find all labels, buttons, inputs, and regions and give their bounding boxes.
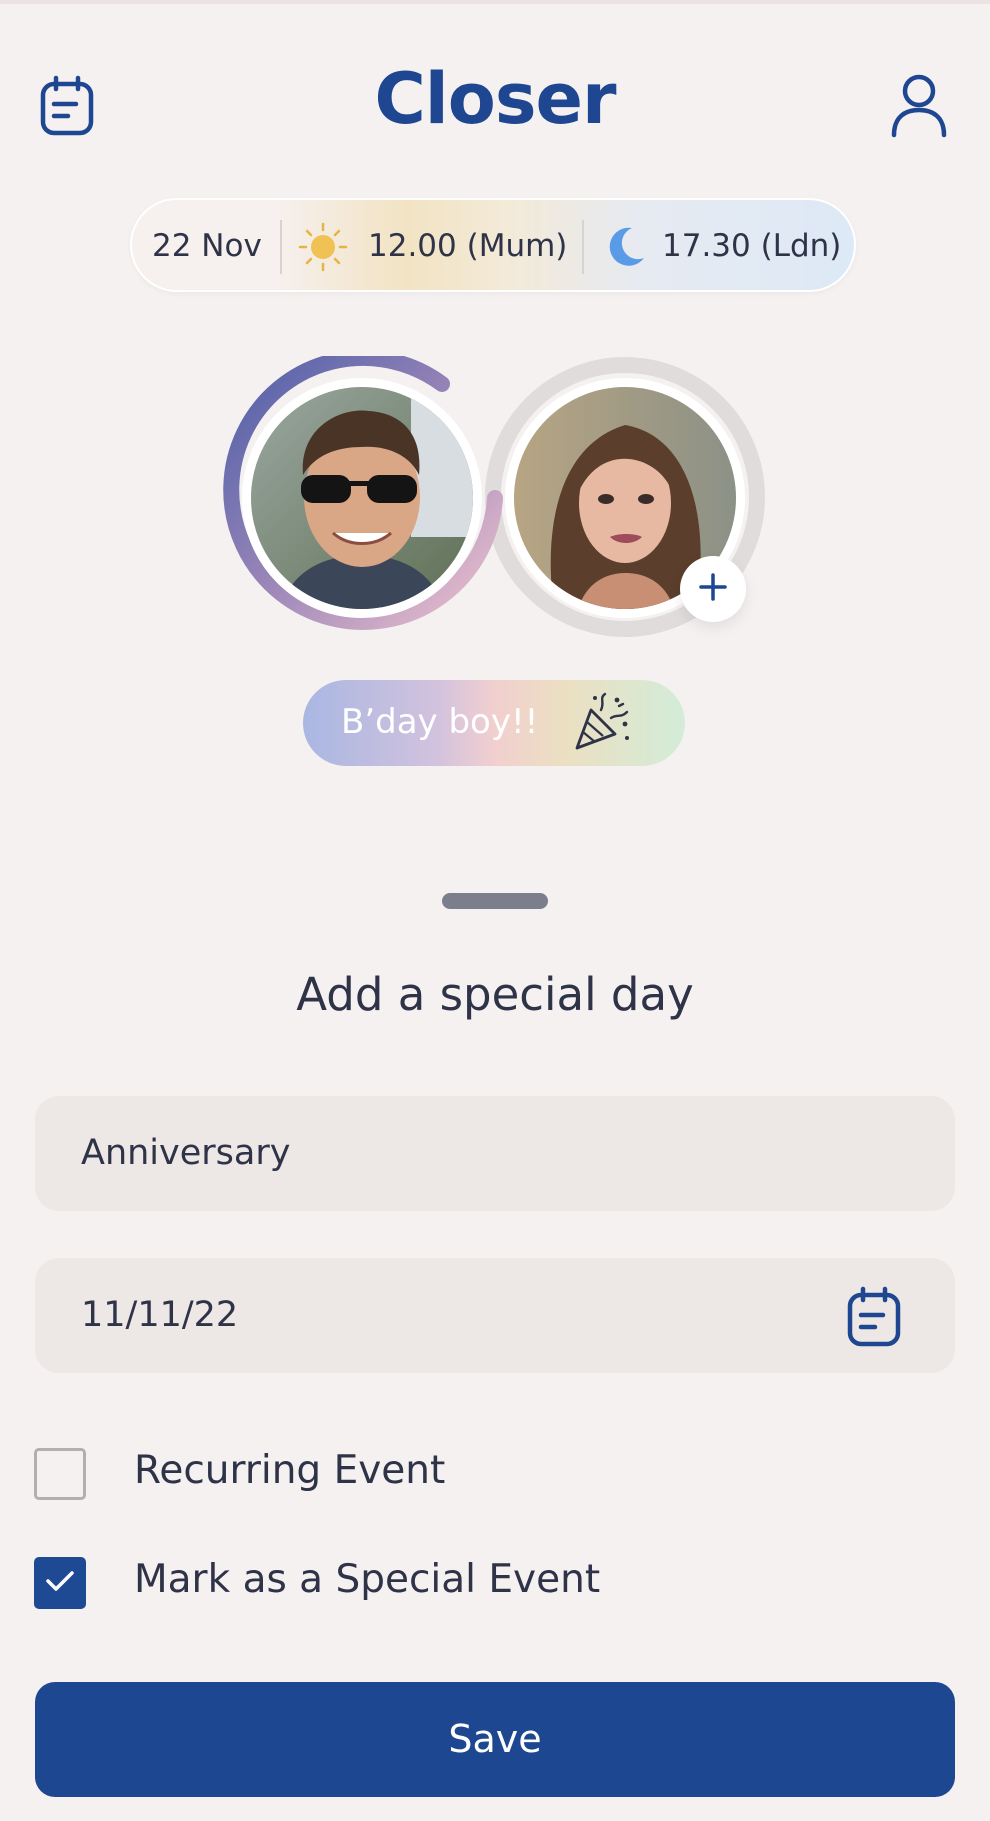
calendar-icon[interactable] xyxy=(845,1286,903,1348)
user-icon xyxy=(889,73,949,143)
special-event-checkbox[interactable] xyxy=(34,1557,86,1609)
plus-icon xyxy=(698,572,728,606)
event-name-value: Anniversary xyxy=(81,1133,291,1173)
special-event-label[interactable]: Mark as a Special Event xyxy=(134,1557,600,1602)
checkmark-icon xyxy=(44,1568,76,1598)
party-popper-icon xyxy=(571,692,633,758)
avatar[interactable] xyxy=(242,378,482,618)
event-name-field[interactable]: Anniversary xyxy=(35,1096,955,1211)
profile-button[interactable] xyxy=(884,72,954,144)
app-title: Closer xyxy=(374,58,616,140)
recurring-event-label[interactable]: Recurring Event xyxy=(134,1448,445,1493)
recurring-event-checkbox[interactable] xyxy=(34,1448,86,1500)
moon-icon xyxy=(602,224,648,274)
status-badge: B’day boy!! xyxy=(303,680,685,766)
date-field[interactable]: 11/11/22 xyxy=(35,1258,955,1373)
status-badge-label: B’day boy!! xyxy=(341,702,539,742)
divider xyxy=(280,220,282,274)
top-divider xyxy=(0,0,990,4)
divider xyxy=(582,220,584,274)
night-time: 17.30 (Ldn) xyxy=(662,228,842,264)
date-value: 11/11/22 xyxy=(81,1295,239,1335)
save-button[interactable]: Save xyxy=(35,1682,955,1797)
special-day-screen: Closer 22 Nov 12.00 (Mum) 17.30 (Ldn) B’… xyxy=(0,0,990,1821)
sun-icon xyxy=(298,222,348,276)
add-person-button[interactable] xyxy=(680,556,746,622)
sheet-title: Add a special day xyxy=(296,968,694,1021)
drag-handle[interactable] xyxy=(442,893,548,909)
current-date: 22 Nov xyxy=(152,228,262,264)
timezone-bar: 22 Nov 12.00 (Mum) 17.30 (Ldn) xyxy=(130,198,856,292)
day-time: 12.00 (Mum) xyxy=(368,228,568,264)
